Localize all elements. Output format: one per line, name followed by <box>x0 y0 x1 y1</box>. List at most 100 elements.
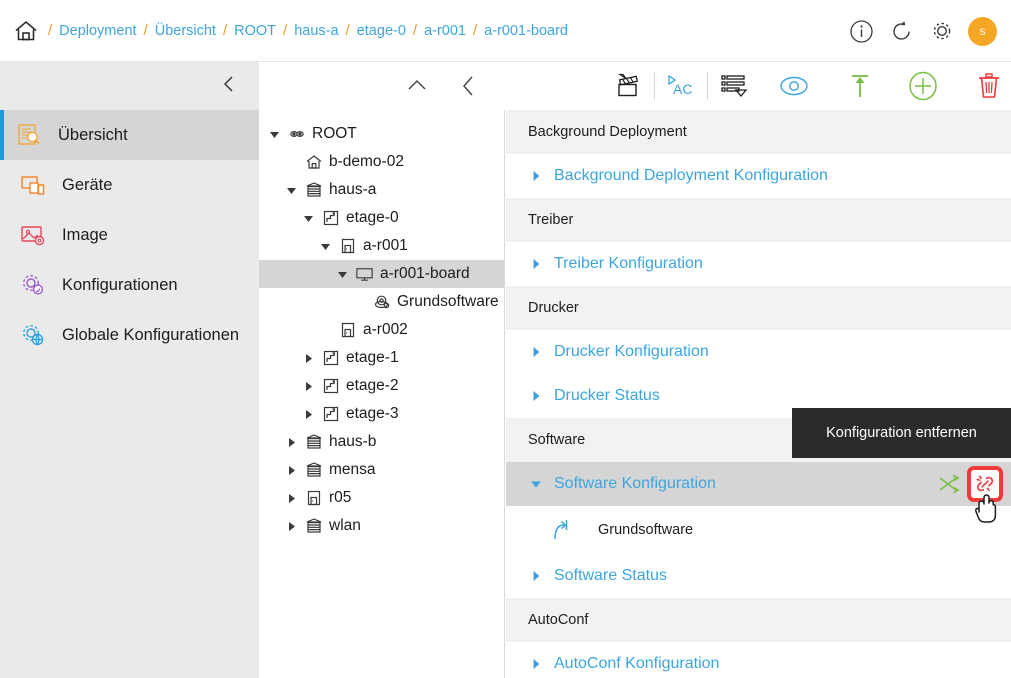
collapse-up-button[interactable] <box>395 64 439 108</box>
floor-icon <box>321 405 340 424</box>
row-actions <box>935 462 1003 506</box>
sidebar-item-label: Globale Konfigurationen <box>62 325 240 344</box>
section-header-label: Software <box>528 432 586 448</box>
chevron-down-icon[interactable] <box>319 240 332 253</box>
config-link-row[interactable]: AutoConf Konfiguration <box>506 642 1011 678</box>
tree-node-etage-0[interactable]: etage-0 <box>259 204 504 232</box>
chevron-down-icon[interactable] <box>268 128 281 141</box>
chevron-down-icon[interactable] <box>336 268 349 281</box>
chevron-down-icon[interactable] <box>302 212 315 225</box>
tree-node-label: etage-3 <box>346 405 399 422</box>
chevron-right-icon[interactable] <box>285 492 298 505</box>
chevron-right-icon[interactable] <box>529 390 542 403</box>
sidebar-item-konfigurationen[interactable]: Konfigurationen <box>0 260 259 310</box>
tree-node-a-r001[interactable]: a-r001 <box>259 232 504 260</box>
tree-node-etage-1[interactable]: etage-1 <box>259 344 504 372</box>
broken-link-icon[interactable] <box>967 466 1003 502</box>
config-link-label: AutoConf Konfiguration <box>554 655 720 672</box>
software-icon <box>372 293 391 312</box>
section-header-label: Treiber <box>528 212 574 228</box>
refresh-icon[interactable] <box>888 18 915 45</box>
tree-node-mensa[interactable]: mensa <box>259 456 504 484</box>
chevron-right-icon[interactable] <box>285 464 298 477</box>
config-link-row[interactable]: Treiber Konfiguration <box>506 242 1011 286</box>
sidebar-collapse-button[interactable] <box>218 73 240 100</box>
breadcrumb-item-uebersicht[interactable]: Übersicht <box>155 23 216 39</box>
list-button[interactable] <box>712 64 756 108</box>
tree-node-label: ROOT <box>312 125 357 142</box>
tree-node-a-r002[interactable]: a-r002 <box>259 316 504 344</box>
breadcrumb-bar: / Deployment / Übersicht / ROOT / haus-a… <box>0 0 1011 62</box>
room-icon <box>338 321 357 340</box>
tree-node-root[interactable]: ROOT <box>259 120 504 148</box>
config-link-row[interactable]: Drucker Konfiguration <box>506 330 1011 374</box>
tree-node-r05[interactable]: r05 <box>259 484 504 512</box>
chevron-right-icon[interactable] <box>302 380 315 393</box>
chevron-right-icon[interactable] <box>529 658 542 671</box>
back-button[interactable] <box>447 64 491 108</box>
shuffle-icon[interactable] <box>935 470 963 498</box>
home-icon[interactable] <box>11 16 41 46</box>
config-link-label: Drucker Status <box>554 387 660 404</box>
sidebar-item-globale-konfigurationen[interactable]: Globale Konfigurationen <box>0 310 259 360</box>
chevron-right-icon[interactable] <box>529 346 542 359</box>
breadcrumb-separator: / <box>473 22 478 39</box>
tree-node-label: a-r001 <box>363 237 408 254</box>
breadcrumb-item-deployment[interactable]: Deployment <box>59 23 136 39</box>
breadcrumb-separator: / <box>412 22 418 39</box>
chevron-down-icon[interactable] <box>285 184 298 197</box>
sidebar-item-image[interactable]: Image <box>0 210 259 260</box>
inherited-config-row[interactable]: Grundsoftware <box>506 506 1011 554</box>
breadcrumb-item-a-r001-board[interactable]: a-r001-board <box>484 23 568 39</box>
header-actions: s <box>848 0 997 62</box>
tree-node-etage-2[interactable]: etage-2 <box>259 372 504 400</box>
tree-node-etage-3[interactable]: etage-3 <box>259 400 504 428</box>
tree-node-grundsoftware[interactable]: Grundsoftware <box>259 288 504 316</box>
tree-node-haus-a[interactable]: haus-a <box>259 176 504 204</box>
config-link-row[interactable]: Software Konfiguration <box>506 462 1011 506</box>
breadcrumb-item-a-r001[interactable]: a-r001 <box>424 23 466 39</box>
delete-button[interactable] <box>967 64 1011 108</box>
info-icon[interactable] <box>848 18 875 45</box>
clapperboard-button[interactable] <box>607 64 651 108</box>
upload-button[interactable] <box>838 64 882 108</box>
breadcrumb-item-root[interactable]: ROOT <box>234 23 276 39</box>
sidebar-item-uebersicht[interactable]: Übersicht <box>0 110 259 160</box>
breadcrumb-item-haus-a[interactable]: haus-a <box>294 23 338 39</box>
tree-node-label: haus-a <box>329 181 377 198</box>
preview-button[interactable] <box>772 64 816 108</box>
add-button[interactable] <box>901 64 945 108</box>
breadcrumb-item-etage-0[interactable]: etage-0 <box>357 23 406 39</box>
sidebar-item-geraete[interactable]: Geräte <box>0 160 259 210</box>
config-link-row[interactable]: Background Deployment Konfiguration <box>506 154 1011 198</box>
chevron-right-icon[interactable] <box>285 520 298 533</box>
chevron-right-icon[interactable] <box>285 436 298 449</box>
root-icon <box>287 125 306 144</box>
avatar[interactable]: s <box>968 16 997 46</box>
chevron-right-icon[interactable] <box>302 352 315 365</box>
tree-node-label: Grundsoftware <box>397 293 499 310</box>
chevron-right-icon[interactable] <box>529 170 542 183</box>
section-header: AutoConf <box>506 598 1011 642</box>
tree-node-haus-b[interactable]: haus-b <box>259 428 504 456</box>
config-link-row[interactable]: Software Status <box>506 554 1011 598</box>
section-header-label: Drucker <box>528 300 579 316</box>
chevron-right-icon[interactable] <box>302 408 315 421</box>
chevron-right-icon[interactable] <box>529 258 542 271</box>
tree-node-b-demo-02[interactable]: b-demo-02 <box>259 148 504 176</box>
tree-node-a-r001-board[interactable]: a-r001-board <box>259 260 504 288</box>
building-icon <box>304 517 323 536</box>
breadcrumb-separator: / <box>345 22 350 39</box>
autoconf-button[interactable]: AC <box>659 64 703 108</box>
floor-icon <box>321 349 340 368</box>
tree-node-label: haus-b <box>329 433 377 450</box>
chevron-down-icon[interactable] <box>529 478 542 491</box>
tree-node-wlan[interactable]: wlan <box>259 512 504 540</box>
sidebar-header <box>0 62 259 110</box>
gear-icon[interactable] <box>928 18 955 45</box>
chevron-right-icon[interactable] <box>529 570 542 583</box>
inherited-config-label: Grundsoftware <box>598 522 694 538</box>
monitor-icon <box>355 265 374 284</box>
